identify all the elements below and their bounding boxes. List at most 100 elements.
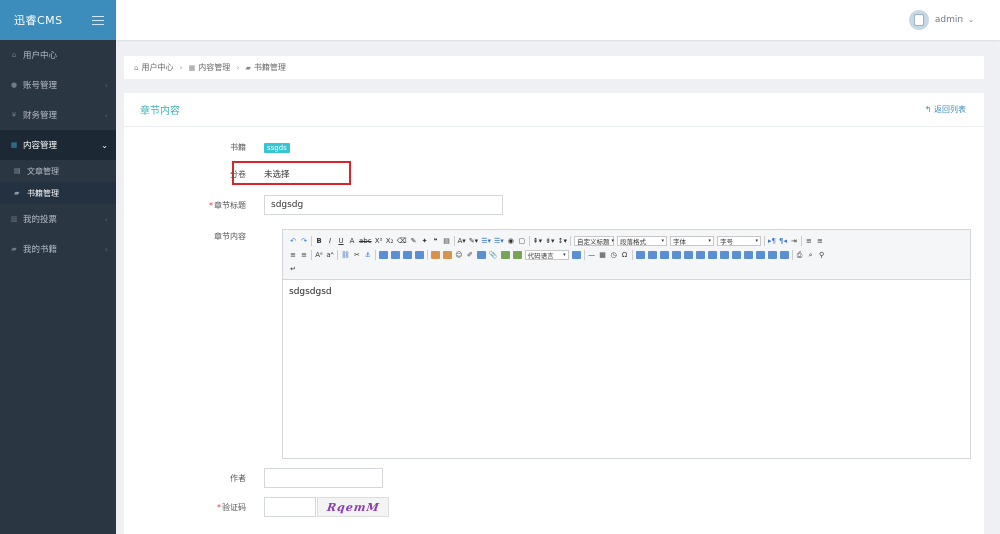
rtl-icon[interactable]: ¶◂ [779, 237, 787, 245]
font-size-select[interactable]: 字号 ▾ [716, 236, 761, 246]
font-family-select[interactable]: 字体 ▾ [669, 236, 714, 246]
user-menu[interactable]: admin ⌄ [908, 10, 974, 30]
unlink-icon[interactable]: ✂ [353, 251, 361, 259]
paste-text-icon[interactable]: ▤ [443, 237, 451, 245]
volume-select[interactable]: 未选择 [264, 168, 290, 180]
chapter-title-input[interactable]: sdgsdg [264, 195, 503, 215]
insert-col-icon[interactable] [695, 251, 705, 259]
grid-icon: ▦ [10, 141, 18, 149]
highlight-color-icon[interactable]: ✎▾ [469, 237, 478, 245]
superscript-icon[interactable]: X² [375, 237, 383, 245]
toolbar-row-2: ≡ ≡ Aᵃ aᴬ ⛓ ✂ ⚓ ☺ ✐ 📎 代码语言 ▾ — ▦ ◷ Ω ⎙ ⌕… [289, 248, 964, 262]
format-brush-icon[interactable]: ✎ [410, 237, 418, 245]
insert-frame-icon[interactable] [512, 251, 522, 259]
breadcrumb-item-books[interactable]: 书籍管理 [254, 62, 286, 73]
font-color-icon[interactable]: A▾ [458, 237, 466, 245]
merge-down-icon[interactable] [743, 251, 753, 259]
italic-icon[interactable]: I [326, 237, 334, 245]
row-spacing-bottom-icon[interactable]: ⇟▾ [545, 237, 554, 245]
clear-document-icon[interactable]: ▢ [518, 237, 526, 245]
link-icon[interactable]: ⛓ [341, 251, 350, 259]
return-icon[interactable]: ↵ [289, 265, 297, 273]
username[interactable]: admin [935, 15, 963, 25]
brand-title[interactable]: 迅睿CMS [14, 12, 63, 28]
insert-row-icon[interactable] [671, 251, 681, 259]
horizontal-rule-icon[interactable]: — [588, 251, 596, 259]
blockquote-icon[interactable]: ❝ [432, 237, 440, 245]
attachment-icon[interactable]: 📎 [489, 251, 498, 259]
menu-toggle-icon[interactable] [92, 15, 104, 25]
preview-icon[interactable]: ⌕ [807, 251, 815, 260]
chevron-down-icon[interactable]: ⌄ [968, 16, 974, 24]
date-icon[interactable]: ▦ [599, 251, 607, 259]
sidebar-item-account[interactable]: ● 账号管理 ‹ [0, 70, 116, 100]
underline-icon[interactable]: U [337, 237, 345, 245]
image-float-none-icon[interactable] [378, 251, 388, 259]
row-spacing-top-icon[interactable]: ⇞▾ [533, 237, 542, 245]
editor-content-area[interactable]: sdgsdgsd [283, 280, 970, 304]
select-all-icon[interactable]: ◉ [507, 237, 515, 245]
insert-image-icon[interactable] [442, 251, 452, 259]
eraser-icon[interactable]: ⌫ [397, 237, 407, 245]
search-replace-icon[interactable]: ⚲ [818, 251, 826, 259]
line-height-icon[interactable]: ↕▾ [558, 237, 567, 245]
sidebar-subitem-books[interactable]: ▰ 书籍管理 [0, 182, 116, 204]
page-break-icon[interactable] [571, 251, 581, 259]
font-border-icon[interactable]: A [348, 237, 356, 245]
breadcrumb-item-content[interactable]: 内容管理 [198, 62, 230, 73]
align-justify-icon[interactable]: ≡ [300, 251, 308, 259]
special-chars-icon[interactable]: Ω [621, 251, 629, 259]
insert-paragraph-before-table-icon[interactable] [659, 251, 669, 259]
author-input[interactable] [264, 468, 383, 488]
delete-col-icon[interactable] [707, 251, 717, 259]
avatar[interactable] [908, 10, 929, 30]
insert-video-icon[interactable] [476, 251, 486, 259]
subscript-icon[interactable]: X₂ [386, 237, 394, 245]
uppercase-icon[interactable]: Aᵃ [315, 251, 323, 259]
sidebar-subitem-articles[interactable]: ▤ 文章管理 [0, 160, 116, 182]
time-icon[interactable]: ◷ [610, 251, 618, 259]
captcha-input[interactable] [264, 497, 316, 517]
paragraph-format-select[interactable]: 段落格式 ▾ [616, 236, 667, 246]
ordered-list-icon[interactable]: ☰▾ [481, 237, 491, 245]
align-left-icon[interactable]: ≡ [805, 237, 813, 245]
redo-icon[interactable]: ↷ [300, 237, 308, 245]
sidebar-item-votes[interactable]: ▥ 我的投票 ‹ [0, 204, 116, 234]
image-center-icon[interactable] [414, 251, 424, 259]
image-float-right-icon[interactable] [402, 251, 412, 259]
split-cols-icon[interactable] [779, 251, 789, 259]
undo-icon[interactable]: ↶ [289, 237, 297, 245]
emotion-icon[interactable]: ☺ [455, 251, 463, 259]
auto-format-icon[interactable]: ✦ [421, 237, 429, 245]
bold-icon[interactable]: B [315, 237, 323, 245]
ltr-icon[interactable]: ▸¶ [768, 237, 776, 245]
map-icon[interactable] [500, 251, 510, 259]
custom-title-select[interactable]: 自定义标题 ▾ [573, 236, 614, 246]
sidebar-item-finance[interactable]: ¥ 财务管理 ‹ [0, 100, 116, 130]
sidebar-item-my-books[interactable]: ▰ 我的书籍 ‹ [0, 234, 116, 264]
captcha-image[interactable]: RqemM [317, 497, 389, 517]
align-right-icon[interactable]: ≡ [289, 251, 297, 259]
unordered-list-icon[interactable]: ☰▾ [494, 237, 504, 245]
image-float-left-icon[interactable] [390, 251, 400, 259]
split-cells-icon[interactable] [755, 251, 765, 259]
strikethrough-icon[interactable]: abc [359, 237, 372, 245]
indent-icon[interactable]: ⇥ [790, 237, 798, 245]
sidebar-item-content[interactable]: ▦ 内容管理 ⌄ [0, 130, 116, 160]
insert-table-icon[interactable] [635, 251, 645, 259]
simple-upload-icon[interactable] [430, 251, 440, 259]
breadcrumb-item-user-center[interactable]: 用户中心 [141, 62, 173, 73]
sidebar-item-user-center[interactable]: ⌂ 用户中心 [0, 40, 116, 70]
delete-row-icon[interactable] [683, 251, 693, 259]
merge-cells-icon[interactable] [719, 251, 729, 259]
back-to-list-link[interactable]: ↰ 返回列表 [925, 104, 966, 115]
scrawl-icon[interactable]: ✐ [466, 251, 474, 259]
delete-table-icon[interactable] [647, 251, 657, 259]
split-rows-icon[interactable] [767, 251, 777, 259]
print-icon[interactable]: ⎙ [796, 251, 804, 260]
anchor-icon[interactable]: ⚓ [364, 251, 372, 259]
align-center-icon[interactable]: ≡ [816, 237, 824, 245]
code-language-select[interactable]: 代码语言 ▾ [524, 250, 569, 260]
lowercase-icon[interactable]: aᴬ [326, 251, 334, 259]
merge-right-icon[interactable] [731, 251, 741, 259]
